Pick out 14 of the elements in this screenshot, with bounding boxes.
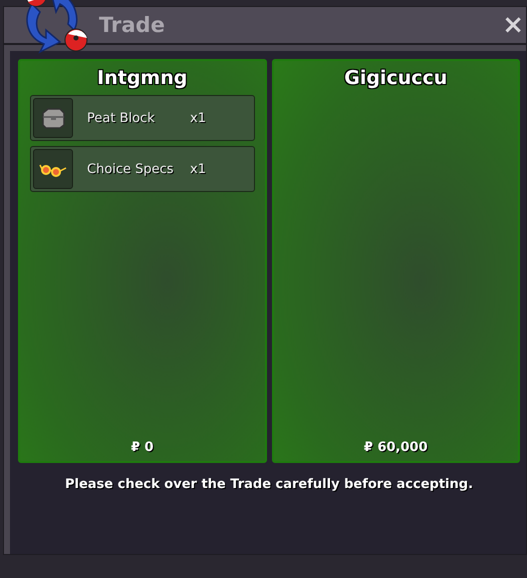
window-title: Trade [99, 13, 166, 37]
player-name: Gigicuccu [344, 67, 448, 89]
item-slot[interactable]: Choice Specs x1 [30, 146, 254, 192]
money-amount: ₽ 60,000 [364, 440, 428, 455]
chest-icon [40, 107, 66, 129]
close-button[interactable]: × [500, 12, 526, 38]
item-quantity: x1 [190, 162, 206, 176]
item-name: Peat Block [87, 110, 156, 126]
trade-notice: Please check over the Trade carefully before accepting. [64, 477, 474, 492]
item-slot[interactable]: Peat Block x1 [30, 95, 254, 141]
player-name: Intgmng [97, 67, 188, 89]
item-quantity: x1 [190, 110, 206, 126]
item-name: Choice Specs [87, 162, 175, 176]
money-amount: ₽ 0 [130, 440, 154, 455]
